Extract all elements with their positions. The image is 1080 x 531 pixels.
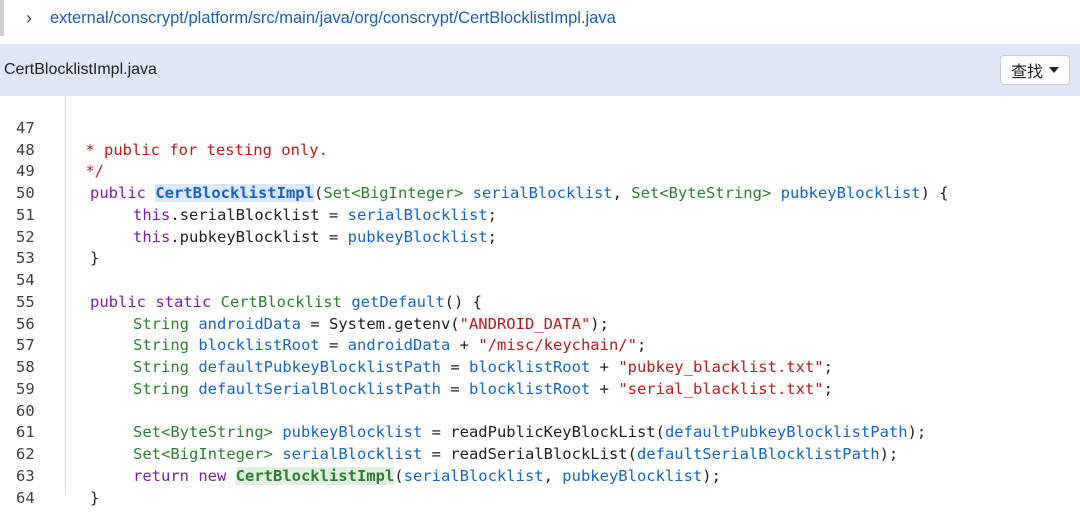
code-line: 53 — [0, 227, 1080, 267]
code-line: 62 return new CertBlocklistImpl(serialBl… — [0, 422, 1080, 485]
code-line: 52 } — [0, 205, 1080, 268]
code-line: 47 * public for testing only. — [0, 96, 1080, 159]
file-header: CertBlocklistImpl.java 查找 — [0, 44, 1080, 96]
code-line: 60 Set<ByteString> pubkeyBlocklist = rea… — [0, 379, 1080, 442]
breadcrumb: › external/conscrypt/platform/src/main/j… — [0, 0, 1080, 36]
code-viewer: 47 * public for testing only. 48 */ 49 p… — [0, 96, 1080, 507]
code-text: } — [90, 488, 100, 507]
code-line: 51 this.pubkeyBlocklist = pubkeyBlocklis… — [0, 183, 1080, 246]
file-title: CertBlocklistImpl.java — [4, 61, 157, 78]
code-line: 50 this.serialBlocklist = serialBlocklis… — [0, 161, 1080, 224]
code-line: 61 Set<BigInteger> serialBlocklist = rea… — [0, 401, 1080, 463]
chevron-right-icon[interactable]: › — [26, 8, 44, 29]
caret-down-icon — [1049, 67, 1059, 73]
code-line: 64 — [0, 466, 1080, 507]
code-line: 54 public static CertBlocklist getDefaul… — [0, 248, 1080, 311]
breadcrumb-path-link[interactable]: external/conscrypt/platform/src/main/jav… — [50, 9, 616, 28]
code-line: 49 public CertBlocklistImpl(Set<BigInteg… — [0, 140, 1080, 202]
find-button-label: 查找 — [1010, 64, 1043, 81]
code-line: 56 String blocklistRoot = androidData + … — [0, 292, 1080, 355]
line-number: 64 — [16, 488, 35, 507]
find-button[interactable]: 查找 — [999, 55, 1070, 85]
code-line: 48 */ — [0, 118, 1080, 181]
code-line: 63 } — [0, 444, 1080, 507]
breadcrumb-edge — [0, 0, 4, 36]
code-line: 57 String defaultPubkeyBlocklistPath = b… — [0, 314, 1080, 376]
code-line: 55 String androidData = System.getenv("A… — [0, 270, 1080, 333]
code-line: 58 String defaultSerialBlocklistPath = b… — [0, 335, 1080, 398]
code-line: 59 — [0, 357, 1080, 398]
